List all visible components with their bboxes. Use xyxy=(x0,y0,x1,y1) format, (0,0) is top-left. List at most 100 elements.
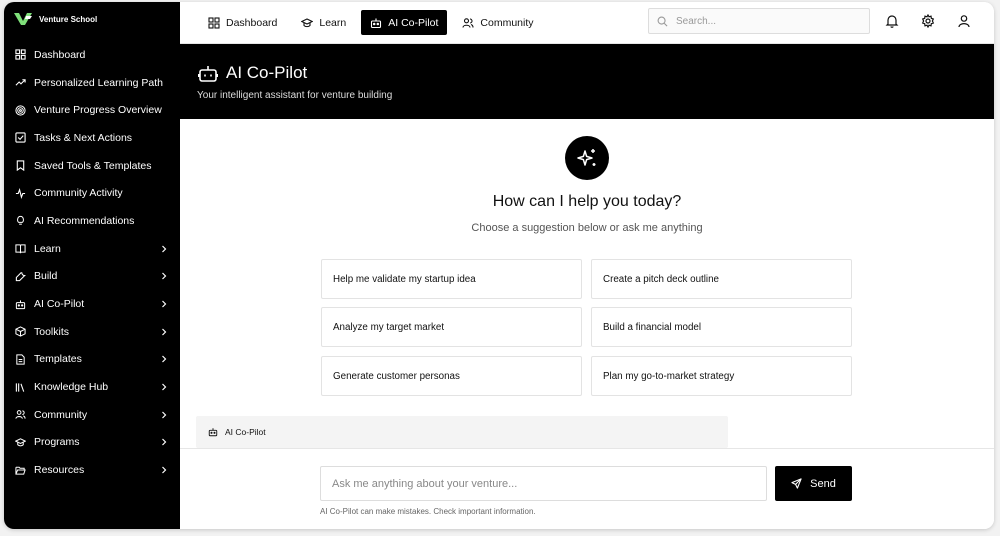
bookmark-icon xyxy=(15,160,26,172)
sidebar-item-ai-copilot[interactable]: AI Co-Pilot xyxy=(4,290,180,318)
assistant-label: AI Co-Pilot xyxy=(225,427,266,437)
sidebar-item-saved-tools[interactable]: Saved Tools & Templates xyxy=(4,152,180,180)
sidebar-item-resources[interactable]: Resources xyxy=(4,456,180,484)
chevron-right-icon xyxy=(160,438,168,446)
tab-learn[interactable]: Learn xyxy=(292,10,355,35)
grid-icon xyxy=(15,49,26,60)
app-window: Venture School Dashboard Personalized Le… xyxy=(4,2,994,529)
send-button[interactable]: Send xyxy=(775,466,852,501)
chevron-right-icon xyxy=(160,411,168,419)
sidebar-item-label: Community xyxy=(34,408,88,421)
sidebar-item-label: Community Activity xyxy=(34,187,123,200)
box-icon xyxy=(15,326,26,337)
top-tabs: Dashboard Learn AI Co-Pilot Community xyxy=(199,10,543,35)
sidebar-nav: Dashboard Personalized Learning Path Ven… xyxy=(4,41,180,484)
sidebar-item-label: AI Co-Pilot xyxy=(34,298,85,311)
tab-dashboard[interactable]: Dashboard xyxy=(199,10,286,35)
message-placeholder: Ask me anything about your venture... xyxy=(332,477,518,490)
tab-label: AI Co-Pilot xyxy=(388,16,439,29)
sidebar-item-label: Templates xyxy=(34,353,82,366)
activity-icon xyxy=(15,187,26,199)
suggestion-card[interactable]: Generate customer personas xyxy=(321,356,582,396)
library-icon xyxy=(15,382,26,393)
suggestion-card[interactable]: Plan my go-to-market strategy xyxy=(591,356,852,396)
chevron-right-icon xyxy=(160,383,168,391)
chevron-right-icon xyxy=(160,466,168,474)
user-icon[interactable] xyxy=(957,14,971,28)
users-icon xyxy=(462,17,474,28)
send-icon xyxy=(791,478,802,489)
gear-icon[interactable] xyxy=(921,14,935,28)
chevron-right-icon xyxy=(160,300,168,308)
bell-icon[interactable] xyxy=(885,14,899,28)
tab-ai-copilot[interactable]: AI Co-Pilot xyxy=(361,10,448,35)
tab-label: Community xyxy=(480,16,534,29)
folder-open-icon xyxy=(15,465,26,476)
sidebar-item-label: Saved Tools & Templates xyxy=(34,159,152,172)
suggestion-card[interactable]: Build a financial model xyxy=(591,307,852,347)
chat-area: How can I help you today? Choose a sugge… xyxy=(180,119,994,529)
sidebar-item-label: AI Recommendations xyxy=(34,214,135,227)
wrench-icon xyxy=(15,271,26,282)
welcome-subheading: Choose a suggestion below or ask me anyt… xyxy=(471,222,703,234)
chevron-right-icon xyxy=(160,245,168,253)
disclaimer-text: AI Co-Pilot can make mistakes. Check imp… xyxy=(320,507,536,516)
welcome-heading: How can I help you today? xyxy=(492,193,682,210)
trend-up-icon xyxy=(15,77,26,88)
sidebar-item-community[interactable]: Community xyxy=(4,401,180,429)
sidebar-item-label: Knowledge Hub xyxy=(34,381,109,394)
top-navigation: Dashboard Learn AI Co-Pilot Community Se… xyxy=(180,2,994,44)
sidebar-item-templates[interactable]: Templates xyxy=(4,346,180,374)
tab-label: Learn xyxy=(319,16,347,29)
logo-icon xyxy=(14,13,32,25)
sidebar-item-community-activity[interactable]: Community Activity xyxy=(4,179,180,207)
sidebar-item-label: Venture Progress Overview xyxy=(34,104,162,117)
send-label: Send xyxy=(810,477,836,490)
sidebar-item-learning-path[interactable]: Personalized Learning Path xyxy=(4,69,180,97)
suggestion-card[interactable]: Analyze my target market xyxy=(321,307,582,347)
sidebar-item-venture-progress[interactable]: Venture Progress Overview xyxy=(4,96,180,124)
chevron-right-icon xyxy=(160,355,168,363)
sidebar-item-dashboard[interactable]: Dashboard xyxy=(4,41,180,69)
sparkles-badge xyxy=(565,136,609,180)
sidebar-item-label: Toolkits xyxy=(34,325,70,338)
tab-label: Dashboard xyxy=(226,16,278,29)
tab-community[interactable]: Community xyxy=(453,10,542,35)
sidebar-item-tasks[interactable]: Tasks & Next Actions xyxy=(4,124,180,152)
suggestion-card[interactable]: Create a pitch deck outline xyxy=(591,259,852,299)
message-input[interactable]: Ask me anything about your venture... xyxy=(320,466,767,501)
page-title: AI Co-Pilot xyxy=(226,63,308,82)
sidebar-item-label: Build xyxy=(34,270,58,283)
page-subtitle: Your intelligent assistant for venture b… xyxy=(197,90,393,101)
graduation-cap-icon xyxy=(301,17,314,27)
robot-icon xyxy=(208,428,218,437)
assistant-message: AI Co-Pilot xyxy=(196,416,728,448)
file-text-icon xyxy=(15,354,26,365)
target-icon xyxy=(15,105,26,116)
sidebar-item-label: Personalized Learning Path xyxy=(34,76,164,89)
robot-icon xyxy=(371,18,382,28)
sidebar-item-label: Resources xyxy=(34,464,85,477)
sidebar-item-build[interactable]: Build xyxy=(4,263,180,291)
sidebar-item-programs[interactable]: Programs xyxy=(4,429,180,457)
brand-name: Venture School xyxy=(39,14,98,24)
brand[interactable]: Venture School xyxy=(4,2,180,36)
sidebar-item-toolkits[interactable]: Toolkits xyxy=(4,318,180,346)
sidebar-item-label: Programs xyxy=(34,436,80,449)
sidebar-item-ai-recommendations[interactable]: AI Recommendations xyxy=(4,207,180,235)
sparkles-icon xyxy=(577,149,596,166)
robot-icon xyxy=(15,299,26,310)
search-icon xyxy=(657,16,668,26)
sidebar-item-knowledge-hub[interactable]: Knowledge Hub xyxy=(4,373,180,401)
sidebar-item-learn[interactable]: Learn xyxy=(4,235,180,263)
search-input[interactable]: Search... xyxy=(648,8,870,34)
suggestion-card[interactable]: Help me validate my startup idea xyxy=(321,259,582,299)
sidebar-item-label: Tasks & Next Actions xyxy=(34,131,133,144)
message-composer: Ask me anything about your venture... Se… xyxy=(180,448,994,529)
chevron-right-icon xyxy=(160,328,168,336)
users-icon xyxy=(15,409,26,420)
check-square-icon xyxy=(15,132,26,144)
sidebar-item-label: Dashboard xyxy=(34,48,86,61)
grid-icon xyxy=(208,16,220,29)
sidebar: Venture School Dashboard Personalized Le… xyxy=(4,2,180,529)
